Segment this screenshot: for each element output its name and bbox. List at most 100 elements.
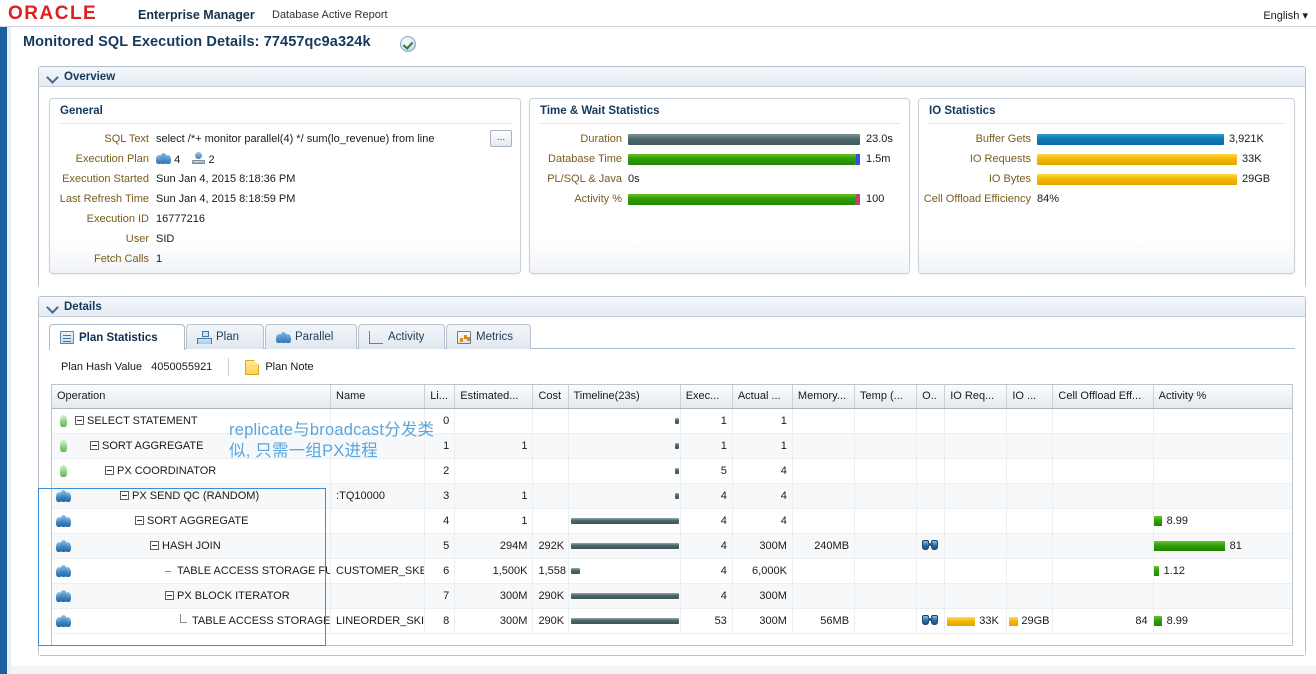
cell-operation[interactable]: TABLE ACCESS STORAGE FULL	[52, 558, 332, 584]
label-last-refresh-time: Last Refresh Time	[59, 193, 149, 205]
cell-operation[interactable]: SORT AGGREGATE	[52, 508, 332, 534]
operation-label: TABLE ACCESS STORAGE FULL	[177, 564, 331, 577]
tab-activity[interactable]: Activity	[358, 324, 445, 349]
oracle-logo: ORACLE	[8, 3, 98, 24]
cell-memory: 56MB	[792, 608, 856, 634]
col-temp[interactable]: Temp (...	[854, 385, 918, 409]
cell-memory	[792, 458, 856, 484]
table-row[interactable]: PX COORDINATOR 2 5 4	[52, 458, 1292, 484]
chevron-down-icon[interactable]	[47, 301, 58, 312]
cell-name	[330, 583, 426, 609]
cell-operation[interactable]: TABLE ACCESS STORAGE FULL	[52, 608, 332, 634]
tab-parallel[interactable]: Parallel	[265, 324, 357, 349]
details-header[interactable]: Details	[39, 297, 1305, 317]
tab-metrics[interactable]: Metrics	[446, 324, 531, 349]
table-row[interactable]: HASH JOIN 5 294M 292K 4 300M 240MB 81	[52, 533, 1292, 559]
parallel-process-group-icon	[56, 564, 71, 578]
activity-bar	[1153, 540, 1225, 551]
cell-operation[interactable]: SELECT STATEMENT	[52, 408, 332, 434]
language-selector[interactable]: English ▾	[1263, 9, 1308, 22]
cell-io-requests	[944, 458, 1008, 484]
tree-collapse-icon[interactable]	[165, 591, 174, 600]
table-row[interactable]: SORT AGGREGATE 4 1 4 4 8.99	[52, 508, 1292, 534]
label-execution-plan: Execution Plan	[75, 153, 149, 165]
tab-plan[interactable]: Plan	[186, 324, 264, 349]
col-estimated-rows[interactable]: Estimated...	[454, 385, 534, 409]
table-header-row: Operation Name Li... Estimated... Cost T…	[52, 385, 1292, 409]
cell-io-requests	[944, 483, 1008, 509]
tree-collapse-icon[interactable]	[90, 441, 99, 450]
cell-operation[interactable]: SORT AGGREGATE	[52, 433, 332, 459]
col-actual-rows[interactable]: Actual ...	[732, 385, 793, 409]
col-cell-offload-eff[interactable]: Cell Offload Eff...	[1052, 385, 1154, 409]
col-cost[interactable]: Cost	[532, 385, 569, 409]
cell-temp	[854, 408, 918, 434]
table-row[interactable]: TABLE ACCESS STORAGE FULLLINEORDER_SKI83…	[52, 608, 1292, 634]
col-activity-pct[interactable]: Activity %	[1153, 385, 1292, 409]
cell-operation[interactable]: PX BLOCK ITERATOR	[52, 583, 332, 609]
plan-statistics-table-container[interactable]: Operation Name Li... Estimated... Cost T…	[51, 384, 1293, 646]
chevron-down-icon[interactable]	[47, 71, 58, 82]
general-row-last-refresh: Last Refresh Time Sun Jan 4, 2015 8:18:5…	[58, 190, 518, 208]
table-row[interactable]: TABLE ACCESS STORAGE FULL CUSTOMER_SKE 6 1,…	[52, 558, 1292, 584]
cell-estimated-rows: 294M	[454, 533, 534, 559]
col-io-requests[interactable]: IO Req...	[944, 385, 1008, 409]
timeline-bar	[675, 442, 679, 449]
table-row[interactable]: PX SEND QC (RANDOM):TQ10000 3 1 4 4	[52, 483, 1292, 509]
duration-bar-track	[628, 134, 860, 145]
general-row-execution-id: Execution ID 16777216	[58, 210, 518, 228]
cell-io-requests	[944, 433, 1008, 459]
cell-timeline	[568, 483, 681, 509]
note-icon[interactable]	[245, 359, 260, 375]
tree-collapse-icon[interactable]	[120, 491, 129, 500]
parallel-process-group-icon	[56, 489, 71, 503]
col-operation[interactable]: Operation	[52, 385, 332, 409]
col-executions[interactable]: Exec...	[680, 385, 733, 409]
col-offload[interactable]: O..	[916, 385, 946, 409]
cell-memory	[792, 508, 856, 534]
cell-timeline	[568, 558, 681, 584]
cell-name: :TQ10000	[330, 483, 426, 509]
cell-operation[interactable]: HASH JOIN	[52, 533, 332, 559]
activity-pct-bar-fill	[628, 194, 856, 205]
col-io-bytes[interactable]: IO ...	[1006, 385, 1054, 409]
tree-collapse-icon[interactable]	[105, 466, 114, 475]
col-name[interactable]: Name	[330, 385, 426, 409]
cell-name: LINEORDER_SKI	[330, 608, 426, 634]
cell-cell-offload-efficiency	[1052, 508, 1154, 534]
plan-note-link[interactable]: Plan Note	[265, 361, 313, 373]
table-row[interactable]: SELECT STATEMENT 0 1 1	[52, 408, 1292, 434]
operation-label: SORT AGGREGATE	[147, 514, 249, 527]
io-statistics-subpanel: IO Statistics Buffer Gets 3,921K IO Requ…	[918, 98, 1295, 274]
cell-offload-indicator	[916, 408, 946, 434]
tab-plan-statistics[interactable]: Plan Statistics	[49, 324, 185, 350]
value-database-time: 1.5m	[866, 153, 891, 165]
operation-label: PX COORDINATOR	[117, 464, 217, 477]
table-row[interactable]: PX BLOCK ITERATOR 7 300M 290K 4 300M	[52, 583, 1292, 609]
tree-collapse-icon[interactable]	[135, 516, 144, 525]
left-accent-rail	[0, 27, 7, 674]
parallel-process-group-icon	[56, 589, 71, 603]
cell-cost	[532, 483, 569, 509]
tree-collapse-icon[interactable]	[75, 416, 84, 425]
col-line[interactable]: Li...	[424, 385, 456, 409]
io-bytes-bar-fill	[1037, 174, 1237, 185]
operation-label: SORT AGGREGATE	[102, 439, 204, 452]
metric-row-io-bytes: IO Bytes 29GB	[919, 172, 1296, 187]
left-rail-inner	[7, 27, 11, 674]
cell-operation[interactable]: PX COORDINATOR	[52, 458, 332, 484]
col-memory[interactable]: Memory...	[792, 385, 856, 409]
sql-text-expand-button[interactable]: ...	[490, 130, 512, 147]
cell-operation[interactable]: PX SEND QC (RANDOM)	[52, 483, 332, 509]
cell-timeline	[568, 408, 681, 434]
io-requests-value: 33K	[979, 614, 999, 627]
cell-estimated-rows: 1	[454, 483, 534, 509]
general-row-fetch-calls: Fetch Calls 1	[58, 250, 518, 268]
col-timeline[interactable]: Timeline(23s)	[568, 385, 681, 409]
io-bytes-value: 29GB	[1021, 614, 1050, 627]
cell-io-requests	[944, 533, 1008, 559]
tree-collapse-icon[interactable]	[150, 541, 159, 550]
overview-header[interactable]: Overview	[39, 67, 1305, 87]
cell-io-requests	[944, 408, 1008, 434]
table-row[interactable]: SORT AGGREGATE 1 1 1 1	[52, 433, 1292, 459]
